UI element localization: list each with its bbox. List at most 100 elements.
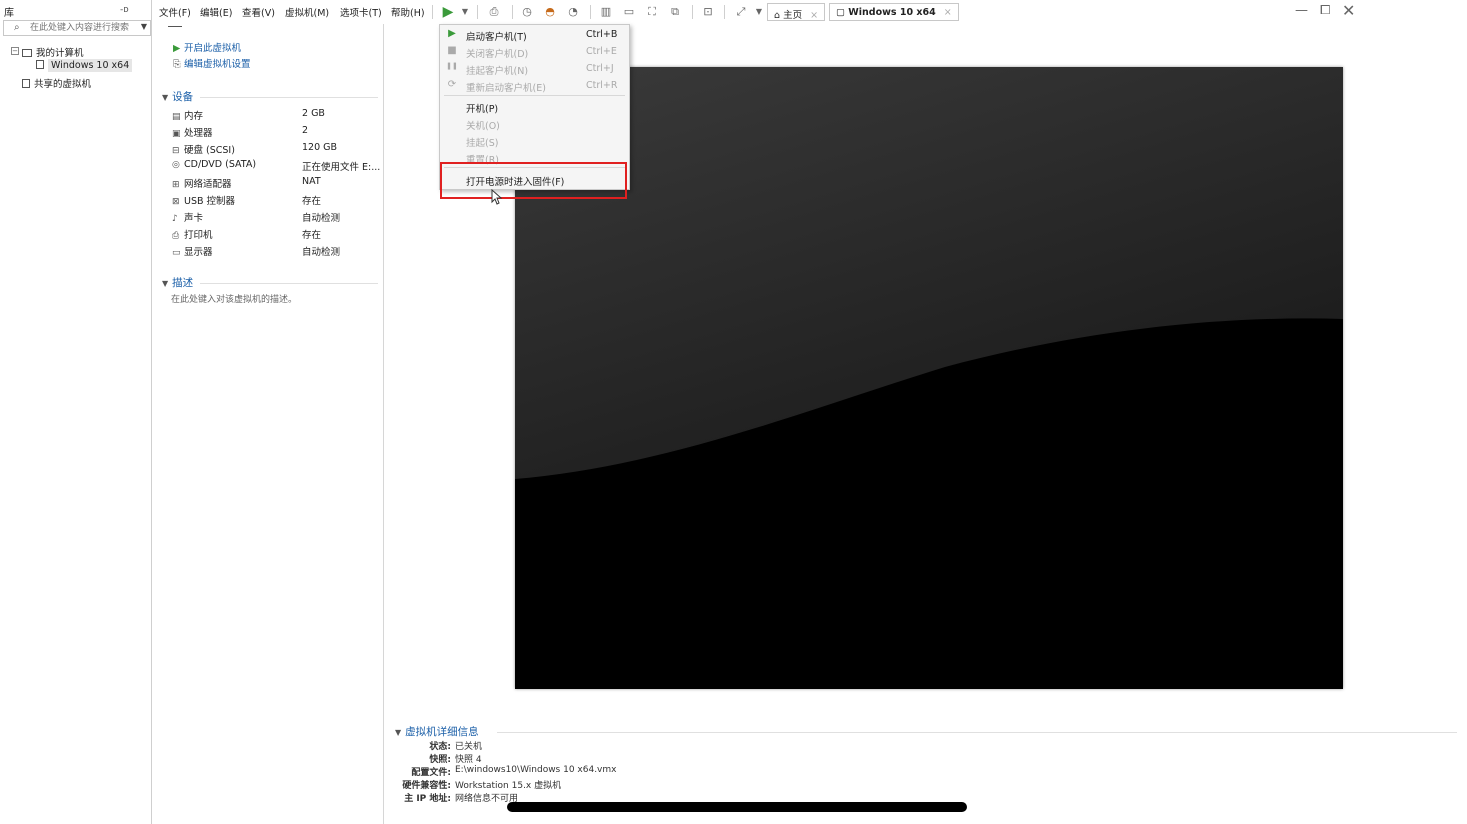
collapse-triangle-icon: ▼ [162,93,169,102]
tree-collapse-toggle[interactable]: − [11,47,19,55]
sound-icon: ♪ [172,214,178,224]
send-keys-icon[interactable]: ⎙ [486,4,502,20]
dropdown-item[interactable]: ❚❚ 挂起客户机(N) Ctrl+J [440,61,629,77]
toolbar-separator [512,5,513,19]
sidebar-toggle-icon[interactable]: ▥ [598,4,614,20]
shared-vm-icon [22,79,30,88]
close-icon[interactable]: × [944,7,952,18]
vm-screen-graphic [515,67,1343,689]
dropdown-item-label: 启动客户机(T) [466,32,527,43]
tab-home[interactable]: ⌂ 主页 × [767,3,826,21]
library-panel: 库 -ᴅ ⌕ ▼ − 我的计算机 Windows 10 x64 共享的虚拟机 [0,0,152,824]
restore-icon[interactable]: ⧠ [1320,3,1330,18]
console-icon[interactable]: ⊡ [700,4,716,20]
device-row[interactable]: ⊞ 网络适配器 NAT [172,176,382,190]
display-icon: ▭ [172,248,181,258]
snapshot-icon[interactable]: ◷ [519,4,535,20]
vm-info-key: 硬件兼容性: [402,781,451,791]
dropdown-item[interactable]: ■ 关闭客户机(D) Ctrl+E [440,44,629,60]
vm-screen-preview[interactable] [515,67,1343,689]
chevron-down-icon[interactable]: ▼ [751,4,767,20]
divider [497,732,1457,733]
dropdown-item[interactable]: 挂起(S) [440,133,629,149]
vm-info-section-toggle[interactable]: ▼ 虚拟机详细信息 [395,724,479,739]
device-value: 存在 [302,196,322,207]
toolbar-separator [724,5,725,19]
device-name: 声卡 [184,213,204,224]
vm-info-key: 主 IP 地址: [404,794,451,804]
play-icon: ▶ [448,28,456,39]
mouse-cursor-icon [491,189,503,205]
device-row[interactable]: ▣ 处理器 2 [172,125,382,139]
toolbar-separator [692,5,693,19]
library-search-input[interactable] [30,22,138,34]
menu-edit[interactable]: 编辑(E) [200,5,232,19]
description-section-toggle[interactable]: ▼ 描述 [162,275,193,290]
device-row[interactable]: ♪ 声卡 自动检测 [172,210,382,224]
menu-vm[interactable]: 虚拟机(M) [285,5,329,19]
search-icon: ⌕ [14,22,20,33]
dropdown-item[interactable]: 关机(O) [440,116,629,132]
minimize-icon[interactable]: — [1295,3,1308,18]
edit-settings-link[interactable]: ⎘ 编辑虚拟机设置 [173,56,251,70]
device-row[interactable]: ⎙ 打印机 存在 [172,227,382,241]
snapshot-manager-icon[interactable]: ◔ [565,4,581,20]
toolbar-separator [590,5,591,19]
chevron-down-icon[interactable]: ▼ [457,4,473,20]
device-row[interactable]: ◎ CD/DVD (SATA) 正在使用文件 E:... [172,159,382,173]
play-icon[interactable]: ▶ [440,4,456,20]
device-value: 2 [302,125,309,136]
tab-label: 主页 [783,10,803,21]
tree-item-vm[interactable]: Windows 10 x64 [36,59,133,72]
dropdown-item[interactable]: ▶ 启动客户机(T) Ctrl+B [440,27,629,43]
vm-details-panel: ▶ 开启此虚拟机 ⎘ 编辑虚拟机设置 ▼ 设备 ▤ 内存 2 GB ▣ 处理器 2 ⊟ 硬盘 (SC… [152,24,384,824]
description-placeholder[interactable]: 在此处键入对该虚拟机的描述。 [171,292,297,305]
power-on-link[interactable]: ▶ 开启此虚拟机 [173,40,241,54]
play-icon: ▶ [173,43,181,54]
vm-info-title: 虚拟机详细信息 [405,726,479,738]
unity-icon[interactable]: ⧉ [667,4,683,20]
menu-view[interactable]: 查看(V) [242,5,275,19]
device-row[interactable]: ▭ 显示器 自动检测 [172,244,382,258]
device-name: 打印机 [184,230,213,241]
devices-section-toggle[interactable]: ▼ 设备 [162,89,193,104]
stretch-icon[interactable]: ⤢ [733,4,749,20]
device-name: CD/DVD (SATA) [184,159,257,170]
close-window-icon[interactable]: ✕ [1342,1,1355,20]
vm-info-key: 快照: [429,755,451,765]
close-icon[interactable]: × [810,10,818,21]
tree-item-my-computer[interactable]: 我的计算机 [22,45,84,59]
device-value: 自动检测 [302,213,341,224]
device-value: 120 GB [302,142,338,153]
dropdown-item[interactable]: 开机(P) [440,99,629,115]
full-screen-icon[interactable]: ⛶ [644,4,660,20]
device-row[interactable]: ▤ 内存 2 GB [172,108,382,122]
menu-file[interactable]: 文件(F) [159,5,191,19]
divider [200,283,378,284]
dropdown-item-label: 关闭客户机(D) [466,49,529,60]
memory-icon: ▤ [172,112,181,122]
tree-item-shared[interactable]: 共享的虚拟机 [22,76,91,90]
menu-help[interactable]: 帮助(H) [391,5,425,19]
dropdown-item-label: 重新启动客户机(E) [466,83,546,94]
thumbnail-bar-icon[interactable]: ▭ [621,4,637,20]
toolbar-separator [477,5,478,19]
device-name: 网络适配器 [184,179,232,190]
device-row[interactable]: ⊟ 硬盘 (SCSI) 120 GB [172,142,382,156]
chevron-down-icon[interactable]: ▼ [141,22,147,31]
cd-icon: ◎ [172,160,180,170]
vm-info-value: E:\windows10\Windows 10 x64.vmx [455,765,617,775]
dropdown-item-label: 开机(P) [466,104,499,115]
device-row[interactable]: ⊠ USB 控制器 存在 [172,193,382,207]
library-search[interactable]: ⌕ ▼ [3,20,151,36]
dropdown-item[interactable]: ⟳ 重新启动客户机(E) Ctrl+R [440,78,629,94]
dropdown-item-label: 挂起客户机(N) [466,66,529,77]
vm-info-value: 已关机 [455,742,483,752]
pin-icon[interactable]: -ᴅ [120,5,129,15]
device-name: USB 控制器 [184,196,236,207]
menu-tabs[interactable]: 选项卡(T) [340,5,382,19]
tab-vm[interactable]: ▢ Windows 10 x64 × [829,3,959,21]
dropdown-item-shortcut: Ctrl+B [586,29,618,40]
dropdown-item-label: 挂起(S) [466,138,499,149]
revert-snapshot-icon[interactable]: ◓ [542,4,558,20]
